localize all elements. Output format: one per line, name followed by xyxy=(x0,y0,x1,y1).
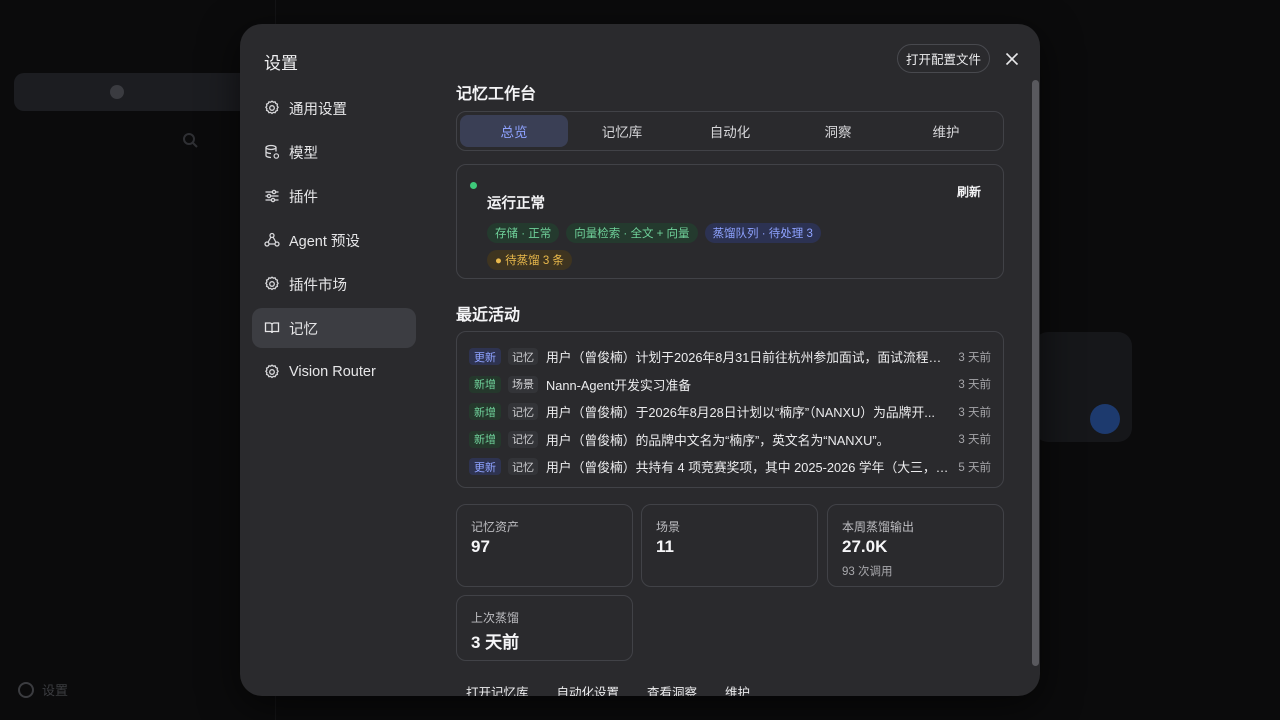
tab-overview[interactable]: 总览 xyxy=(460,115,568,147)
activity-badge: 新增 xyxy=(469,430,501,448)
nav-item-memory[interactable]: 记忆 xyxy=(252,308,416,348)
activity-row[interactable]: 新增 场景 Nann-Agent开发实习准备 3 天前 xyxy=(469,371,991,399)
nav-item-plugin-market[interactable]: 插件市场 xyxy=(252,264,416,304)
activity-row[interactable]: 更新 记忆 用户（曾俊楠）计划于2026年8月31日前往杭州参加面试，面试流程为… xyxy=(469,343,991,371)
nav-item-plugins[interactable]: 插件 xyxy=(252,176,416,216)
nav-item-agent-presets[interactable]: Agent 预设 xyxy=(252,220,416,260)
nav-label: Agent 预设 xyxy=(289,233,360,250)
background-card xyxy=(1034,332,1132,442)
nav-item-vision-router[interactable]: Vision Router xyxy=(252,352,416,392)
stat-value: 3 天前 xyxy=(471,633,520,652)
nav-label: 记忆 xyxy=(289,321,318,338)
status-chip: 存储 · 正常 xyxy=(487,223,560,243)
background-gear-icon xyxy=(18,681,34,698)
database-icon xyxy=(265,144,280,159)
stat-label: 本周蒸馏输出 xyxy=(842,520,915,534)
tab-insights[interactable]: 洞察 xyxy=(784,115,892,147)
tab-maintenance[interactable]: 维护 xyxy=(892,115,1000,147)
open-memory-library-link[interactable]: 打开记忆库 xyxy=(466,682,529,696)
quick-links: 打开记忆库 自动化设置 查看洞察 维护 xyxy=(466,682,750,696)
activity-time: 3 天前 xyxy=(958,406,991,419)
book-icon xyxy=(264,322,280,334)
close-icon[interactable] xyxy=(1004,51,1020,67)
activity-text: 用户（曾俊楠）计划于2026年8月31日前往杭州参加面试，面试流程为... xyxy=(546,350,951,366)
nav-label: Vision Router xyxy=(289,364,376,380)
background-settings-label: 设置 xyxy=(42,683,69,698)
activity-list: 更新 记忆 用户（曾俊楠）计划于2026年8月31日前往杭州参加面试，面试流程为… xyxy=(456,331,1004,488)
background-search-bar xyxy=(14,73,250,111)
activity-type: 记忆 xyxy=(508,403,538,421)
agent-icon xyxy=(264,232,280,247)
stat-value: 27.0K xyxy=(842,537,888,556)
automation-settings-link[interactable]: 自动化设置 xyxy=(557,682,620,696)
stat-label: 上次蒸馏 xyxy=(471,611,520,625)
tab-memory-library[interactable]: 记忆库 xyxy=(568,115,676,147)
recent-activity-title: 最近活动 xyxy=(456,307,521,324)
workbench-title: 记忆工作台 xyxy=(456,86,537,103)
settings-modal: 设置 通用设置 模型 插件 Agent 预设 插件市场 记忆 Vision Ro xyxy=(240,24,1040,696)
status-chip: ● 待蒸馏 3 条 xyxy=(487,250,572,270)
background-search-icon xyxy=(183,133,198,148)
activity-time: 5 天前 xyxy=(958,461,991,474)
activity-text: 用户（曾俊楠）于2026年8月28日计划以“楠序”（NANXU）为品牌开... xyxy=(546,405,935,421)
stat-memory-assets: 记忆资产 97 xyxy=(456,504,633,587)
tab-automation[interactable]: 自动化 xyxy=(676,115,784,147)
sliders-icon xyxy=(265,189,279,203)
view-insights-link[interactable]: 查看洞察 xyxy=(647,682,697,696)
activity-text: 用户（曾俊楠）共持有 4 项竞赛奖项，其中 2025-2026 学年（大三，本.… xyxy=(546,460,951,476)
background-settings: 设置 xyxy=(18,680,68,699)
activity-type: 场景 xyxy=(508,375,538,393)
stat-label: 记忆资产 xyxy=(471,520,520,534)
activity-time: 3 天前 xyxy=(958,351,991,364)
stat-scenes: 场景 11 xyxy=(641,504,818,587)
maintenance-link[interactable]: 维护 xyxy=(725,682,750,696)
stat-value: 97 xyxy=(471,537,490,556)
stat-weekly-distill-output: 本周蒸馏输出 27.0K 93 次调用 xyxy=(827,504,1004,587)
background-send-button xyxy=(1090,404,1120,434)
memory-workbench: 记忆工作台 总览 记忆库 自动化 洞察 维护 运行正常 刷新 存储 · 正常 向… xyxy=(456,24,1004,696)
status-chip: 向量检索 · 全文 + 向量 xyxy=(566,223,698,243)
settings-nav: 通用设置 模型 插件 Agent 预设 插件市场 记忆 Vision Route… xyxy=(252,88,416,396)
nav-label: 插件 xyxy=(289,189,318,206)
activity-badge: 更新 xyxy=(469,348,501,366)
activity-time: 3 天前 xyxy=(958,379,991,392)
nav-label: 模型 xyxy=(289,145,318,162)
background-logo-icon xyxy=(110,85,124,99)
nav-label: 通用设置 xyxy=(289,101,347,118)
activity-row[interactable]: 新增 记忆 用户（曾俊楠）于2026年8月28日计划以“楠序”（NANXU）为品… xyxy=(469,398,991,426)
activity-type: 记忆 xyxy=(508,458,538,476)
gear-icon xyxy=(265,276,279,291)
nav-label: 插件市场 xyxy=(289,277,347,294)
activity-row[interactable]: 新增 记忆 用户（曾俊楠）的品牌中文名为“楠序”，英文名为“NANXU”。 3 … xyxy=(469,426,991,454)
stat-value: 11 xyxy=(656,537,674,556)
nav-item-general[interactable]: 通用设置 xyxy=(252,88,416,128)
activity-row[interactable]: 更新 记忆 用户（曾俊楠）共持有 4 项竞赛奖项，其中 2025-2026 学年… xyxy=(469,453,991,481)
activity-text: Nann-Agent开发实习准备 xyxy=(546,377,692,393)
stat-last-distill: 上次蒸馏 3 天前 xyxy=(456,595,633,661)
stat-sub: 93 次调用 xyxy=(842,566,893,578)
scrollbar-thumb[interactable] xyxy=(1032,80,1039,666)
activity-text: 用户（曾俊楠）的品牌中文名为“楠序”，英文名为“NANXU”。 xyxy=(546,432,890,448)
workbench-tabs: 总览 记忆库 自动化 洞察 维护 xyxy=(456,111,1004,151)
gear-icon xyxy=(265,100,279,115)
stat-label: 场景 xyxy=(656,520,681,534)
activity-type: 记忆 xyxy=(508,348,538,366)
activity-badge: 新增 xyxy=(469,403,501,421)
status-indicator-icon xyxy=(470,182,477,189)
status-chip: 蒸馏队列 · 待处理 3 xyxy=(704,223,821,243)
activity-badge: 新增 xyxy=(469,375,501,393)
activity-type: 记忆 xyxy=(508,430,538,448)
nav-item-models[interactable]: 模型 xyxy=(252,132,416,172)
gear-icon xyxy=(265,364,279,379)
status-chips: 存储 · 正常 向量检索 · 全文 + 向量 蒸馏队列 · 待处理 3 ● 待蒸… xyxy=(487,223,847,270)
refresh-button[interactable]: 刷新 xyxy=(957,183,981,200)
modal-title: 设置 xyxy=(264,54,298,73)
activity-time: 3 天前 xyxy=(958,434,991,447)
activity-badge: 更新 xyxy=(469,458,501,476)
status-card: 运行正常 刷新 存储 · 正常 向量检索 · 全文 + 向量 蒸馏队列 · 待处… xyxy=(456,164,1004,279)
status-title: 运行正常 xyxy=(487,196,545,212)
